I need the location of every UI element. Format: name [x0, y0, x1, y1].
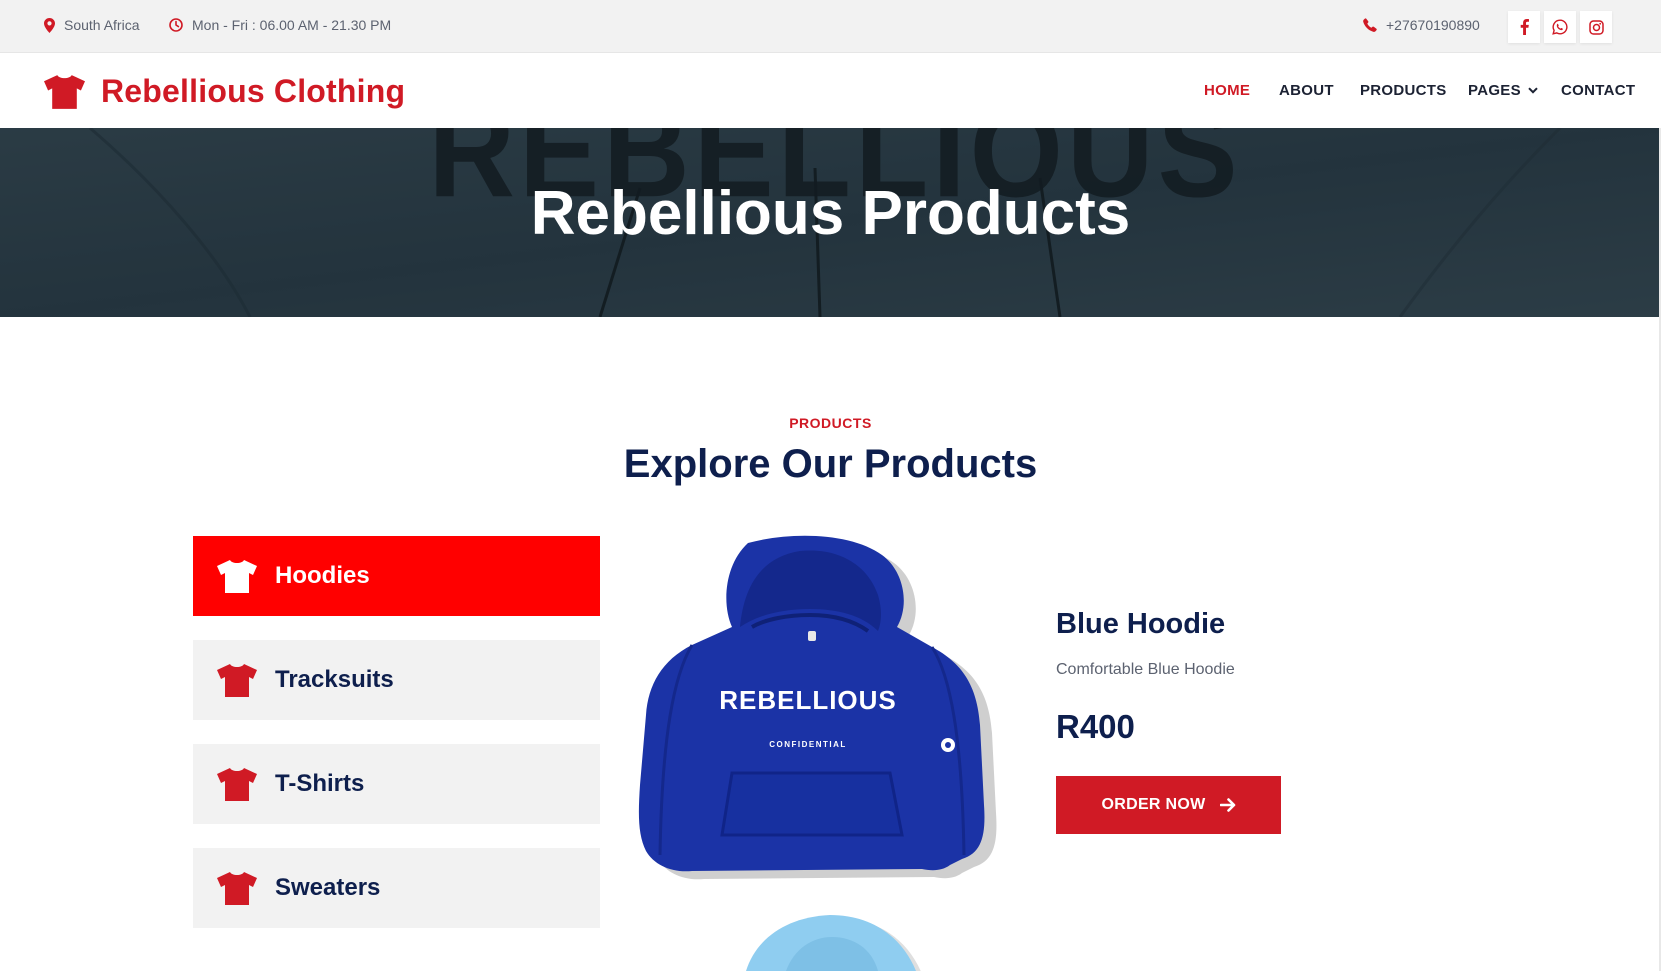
brand-logo[interactable]: Rebellious Clothing	[44, 73, 405, 110]
category-label: Hoodies	[275, 562, 370, 589]
product-name: Blue Hoodie	[1056, 608, 1226, 640]
brand-name: Rebellious Clothing	[101, 73, 406, 109]
nav-contact[interactable]: CONTACT	[1561, 82, 1635, 99]
top-bar: South Africa Mon - Fri : 06.00 AM - 21.3…	[0, 0, 1661, 53]
location-text: South Africa	[64, 17, 140, 33]
tshirt-icon	[44, 74, 85, 109]
chevron-down-icon	[1528, 87, 1538, 94]
category-tab-sweaters[interactable]: Sweaters	[193, 848, 600, 928]
main-navbar: Rebellious Clothing HOME ABOUT PRODUCTS …	[0, 53, 1661, 128]
nav-pages[interactable]: PAGES	[1468, 82, 1538, 99]
category-tab-tracksuits[interactable]: Tracksuits	[193, 640, 600, 720]
nav-products[interactable]: PRODUCTS	[1360, 82, 1447, 99]
whatsapp-icon	[1552, 19, 1568, 35]
clock-icon	[169, 18, 183, 32]
location-info: South Africa	[44, 17, 140, 33]
tshirt-icon	[217, 663, 257, 697]
product-image-blue-hoodie[interactable]: REBELLIOUS CONFIDENTIAL	[632, 535, 1002, 887]
order-now-button[interactable]: ORDER NOW	[1056, 776, 1281, 834]
map-pin-icon	[44, 17, 55, 33]
product-image-light-blue-hoodie[interactable]	[732, 915, 932, 971]
phone-info[interactable]: +27670190890	[1363, 17, 1480, 33]
facebook-link[interactable]	[1508, 11, 1540, 43]
tshirt-icon	[217, 559, 257, 593]
hero-title: Rebellious Products	[530, 179, 1131, 248]
nav-pages-label: PAGES	[1468, 82, 1521, 99]
whatsapp-link[interactable]	[1544, 11, 1576, 43]
tshirt-icon	[217, 871, 257, 905]
category-label: Tracksuits	[275, 666, 394, 693]
section-label: PRODUCTS	[789, 415, 872, 431]
hoodie-print-main: REBELLIOUS	[719, 685, 897, 715]
hero-banner: REBELLIOUS Rebellious Products	[0, 128, 1661, 317]
section-title: Explore Our Products	[623, 442, 1038, 486]
category-tab-hoodies[interactable]: Hoodies	[193, 536, 600, 616]
product-price: R400	[1056, 708, 1135, 745]
instagram-link[interactable]	[1580, 11, 1612, 43]
nav-about[interactable]: ABOUT	[1279, 82, 1334, 99]
category-tab-tshirts[interactable]: T-Shirts	[193, 744, 600, 824]
instagram-icon	[1588, 19, 1604, 35]
product-description: Comfortable Blue Hoodie	[1056, 661, 1235, 678]
phone-icon	[1363, 18, 1377, 32]
arrow-right-icon	[1219, 798, 1235, 812]
phone-text: +27670190890	[1386, 17, 1480, 33]
hoodie-print-sub: CONFIDENTIAL	[769, 740, 847, 749]
category-label: T-Shirts	[275, 770, 365, 797]
order-now-label: ORDER NOW	[1101, 796, 1206, 813]
category-label: Sweaters	[275, 874, 381, 901]
hours-text: Mon - Fri : 06.00 AM - 21.30 PM	[192, 17, 392, 33]
hours-info: Mon - Fri : 06.00 AM - 21.30 PM	[169, 17, 391, 33]
nav-home[interactable]: HOME	[1204, 82, 1250, 99]
tshirt-icon	[217, 767, 257, 801]
facebook-icon	[1520, 19, 1529, 35]
